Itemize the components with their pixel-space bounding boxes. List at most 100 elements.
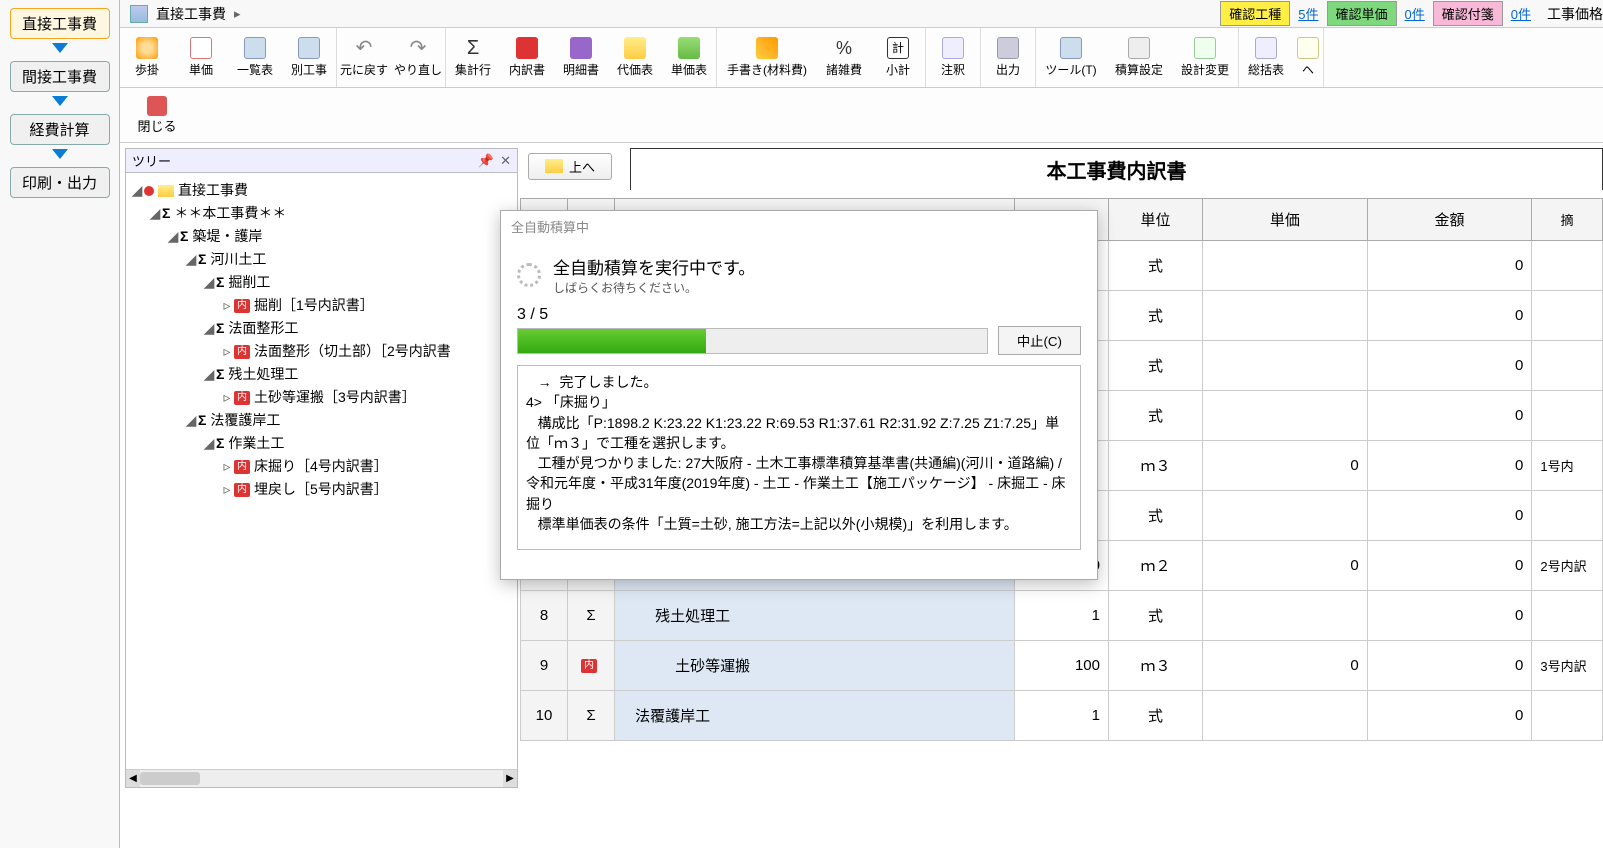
breadcrumb-icon [130,5,148,23]
tool-shokei[interactable]: 計小計 [871,33,925,82]
record-dot-icon [144,186,154,196]
nav-direct-cost[interactable]: 直接工事費 [10,8,110,39]
tool-betsukouji[interactable]: 別工事 [282,33,336,82]
tool-output[interactable]: 出力 [981,33,1035,82]
status-chip-kakunin-koushu[interactable]: 確認工種 [1220,1,1290,26]
tool-note[interactable]: 注釈 [926,33,980,82]
sigma-icon: Σ [198,412,206,428]
globe-icon [136,37,158,59]
tree-item[interactable]: 法面整形工 [228,320,298,336]
tool-soukatsu[interactable]: 総括表 [1239,33,1293,82]
folder-icon [158,185,174,197]
tree-item[interactable]: 法覆護岸工 [210,412,280,428]
main-toolbar: 歩掛 単価 一覧表 別工事 ↶元に戻す ↷やり直し Σ集計行 内訳書 明細書 代… [120,28,1603,88]
sigma-icon: Σ [180,228,188,244]
status-link-1[interactable]: 5件 [1298,4,1318,23]
sigma-icon: Σ [216,366,224,382]
breadcrumb-caret-icon[interactable]: ▸ [234,6,241,22]
redo-icon: ↷ [407,37,429,59]
sheet-title: 本工事費内訳書 [631,149,1602,190]
tool-uchiwake[interactable]: 内訳書 [500,33,554,82]
tree-root[interactable]: 直接工事費 [178,182,248,198]
up-button-label: 上へ [569,157,595,176]
tree-item[interactable]: ＊＊本工事費＊＊ [174,205,286,221]
arrow-down-icon [52,149,68,159]
tree-hscrollbar[interactable]: ◀ ▶ [126,769,517,787]
scroll-right-icon[interactable]: ▶ [503,770,517,787]
breadcrumb-label[interactable]: 直接工事費 [156,4,226,24]
tree-item[interactable]: 作業土工 [228,435,284,451]
tool-tanka[interactable]: 単価 [174,33,228,82]
top-status-bar: 直接工事費 ▸ 確認工種 5件 確認単価 0件 確認付箋 0件 工事価格 [0,0,1603,28]
tool-shozappi[interactable]: %諸雑費 [817,33,871,82]
col-amount: 金額 [1367,199,1532,241]
tool-bukakari[interactable]: 歩掛 [120,33,174,82]
table-row[interactable]: 8Σ残土処理工1式0 [521,591,1603,641]
tool-undo[interactable]: ↶元に戻す [337,33,391,82]
tool-daika[interactable]: 代価表 [608,33,662,82]
tree-leaf[interactable]: 土砂等運搬［3号内訳書］ [254,389,416,405]
note-icon [942,37,964,59]
nav-print-output[interactable]: 印刷・出力 [10,167,110,198]
tree-leaf[interactable]: 法面整形（切土部）［2号内訳書 [254,343,451,359]
tool-ichiran[interactable]: 一覧表 [228,33,282,82]
tool-sekisan-settei[interactable]: 積算設定 [1106,33,1172,82]
sigma-icon: Σ [198,251,206,267]
subtotal-icon: 計 [887,37,909,59]
tool-help[interactable]: ヘ [1293,33,1323,82]
wrench-icon [1128,37,1150,59]
sigma-icon: Σ [216,435,224,451]
tree-view[interactable]: ◢直接工事費 ◢Σ＊＊本工事費＊＊ ◢Σ築堤・護岸 ◢Σ河川土工 ◢Σ掘削工 ▹… [126,173,517,507]
tree-header: ツリー 📌 ✕ [126,149,517,173]
tree-leaf[interactable]: 掘削［1号内訳書］ [254,297,374,313]
pin-icon[interactable]: 📌 [478,153,494,169]
col-unit: 単位 [1109,199,1203,241]
document-icon [190,37,212,59]
tree-item[interactable]: 掘削工 [228,274,270,290]
scroll-thumb[interactable] [140,772,200,785]
tree-item[interactable]: 残土処理工 [228,366,298,382]
help-icon [1297,37,1319,59]
col-note: 摘 [1532,199,1603,241]
progress-count: 3 / 5 [517,306,1081,324]
status-link-2[interactable]: 0件 [1405,4,1425,23]
tool-meisai[interactable]: 明細書 [554,33,608,82]
col-price: 単価 [1203,199,1368,241]
red-badge-icon [516,37,538,59]
tree-title: ツリー [132,151,171,170]
nav-expense-calc[interactable]: 経費計算 [10,114,110,145]
tree-item[interactable]: 河川土工 [210,251,266,267]
close-icon[interactable]: ✕ [500,153,511,169]
table-row[interactable]: 9内土砂等運搬100ｍ３003号内訳 [521,641,1603,691]
list-icon [298,37,320,59]
status-chip-kakunin-fusen[interactable]: 確認付箋 [1433,1,1503,26]
close-icon [147,96,167,116]
red-badge-icon: 内 [234,460,250,474]
nav-indirect-cost[interactable]: 間接工事費 [10,61,110,92]
tree-leaf[interactable]: 埋戻し［5号内訳書］ [254,481,388,497]
tool-redo[interactable]: ↷やり直し [391,33,445,82]
status-chip-kakunin-tanka[interactable]: 確認単価 [1327,1,1397,26]
tree-leaf[interactable]: 床掘り［4号内訳書］ [254,458,388,474]
tree-item[interactable]: 築堤・護岸 [192,228,262,244]
red-badge-icon: 内 [234,345,250,359]
red-badge-icon: 内 [234,483,250,497]
cancel-button[interactable]: 中止(C) [998,326,1081,355]
dialog-subtext: しばらくお待ちください。 [553,279,755,296]
tool-tegaki[interactable]: 手書き(材料費) [717,33,817,82]
change-icon [1194,37,1216,59]
tool-close[interactable]: 閉じる [130,96,184,135]
sigma-icon: Σ [216,320,224,336]
tool-sekkei-henkou[interactable]: 設計変更 [1172,33,1238,82]
summary-icon [1255,37,1277,59]
progress-dialog: 全自動積算中 全自動積算を実行中です。 しばらくお待ちください。 3 / 5 中… [500,210,1098,580]
progress-log[interactable]: → 完了しました。 4> 「床掘り」 構成比「P:1898.2 K:23.22 … [517,365,1081,550]
tool-shukeigyo[interactable]: Σ集計行 [446,33,500,82]
status-link-3[interactable]: 0件 [1511,4,1531,23]
folder-up-icon [545,159,563,173]
table-row[interactable]: 10Σ法覆護岸工1式0 [521,691,1603,741]
tool-tankahyo[interactable]: 単価表 [662,33,716,82]
tool-tools[interactable]: ツール(T) [1036,33,1106,82]
up-button[interactable]: 上へ [528,153,612,180]
scroll-left-icon[interactable]: ◀ [126,770,140,787]
